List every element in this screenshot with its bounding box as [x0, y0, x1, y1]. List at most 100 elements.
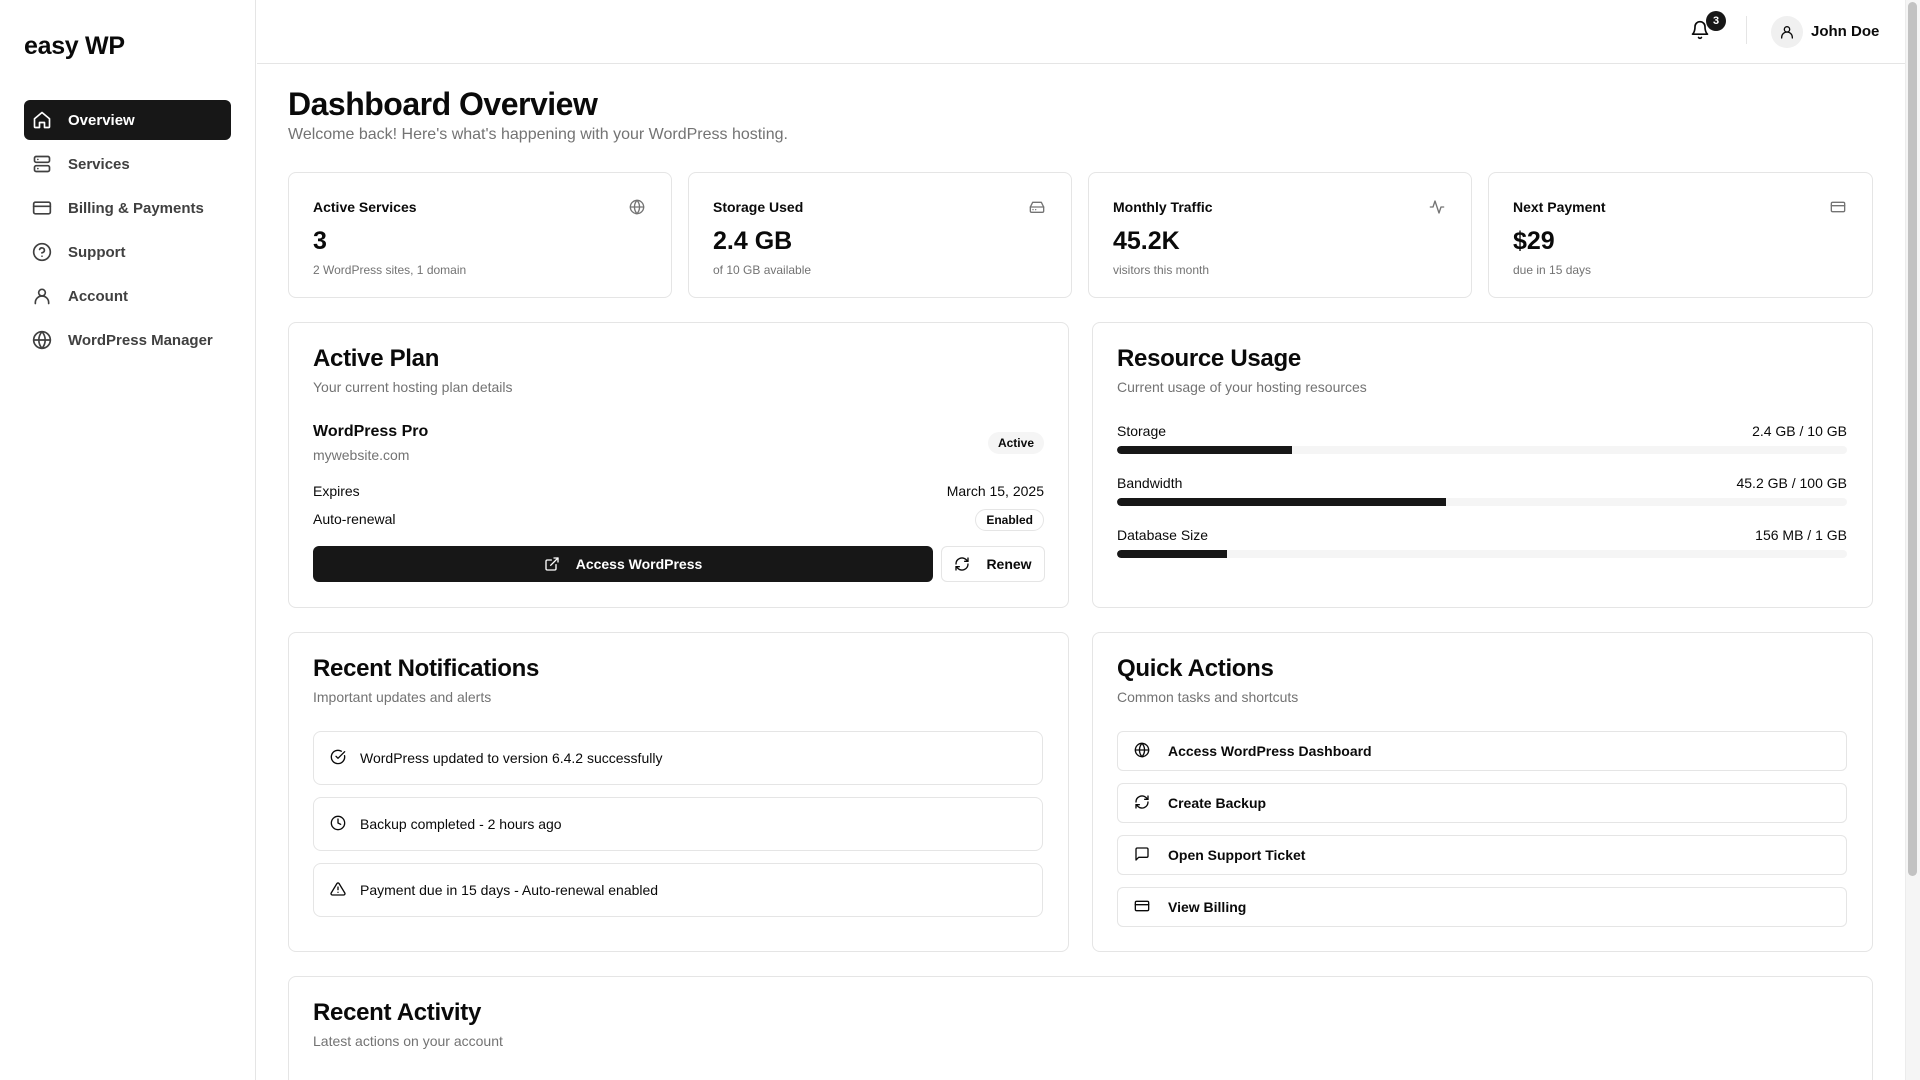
sidebar-nav: Overview Services Billing & Payments Sup… [24, 100, 231, 364]
quick-actions-card: Quick Actions Common tasks and shortcuts… [1092, 632, 1873, 952]
stat-label: Active Services [313, 199, 417, 215]
header-divider [1746, 16, 1747, 44]
stat-note: due in 15 days [1513, 263, 1592, 277]
avatar[interactable] [1771, 16, 1803, 48]
autorenew-badge: Enabled [975, 509, 1044, 531]
quick-action-label: View Billing [1168, 899, 1247, 915]
sidebar-item-billing[interactable]: Billing & Payments [24, 188, 231, 228]
page-subtitle: Welcome back! Here's what's happening wi… [288, 126, 788, 143]
progress-track [1117, 550, 1847, 558]
stat-note: of 10 GB available [713, 263, 812, 277]
help-circle-icon [32, 242, 52, 262]
activity-icon [1429, 199, 1447, 217]
card-title: Recent Notifications [313, 655, 540, 682]
quick-action-support-ticket[interactable]: Open Support Ticket [1117, 835, 1847, 875]
quick-action-create-backup[interactable]: Create Backup [1117, 783, 1847, 823]
top-bar: 3 John Doe [257, 0, 1905, 64]
renew-button[interactable]: Renew [941, 546, 1045, 582]
expires-label: Expires [313, 483, 360, 499]
notification-item[interactable]: WordPress updated to version 6.4.2 succe… [313, 731, 1043, 785]
sidebar-item-label: Account [68, 287, 128, 305]
progress-fill [1117, 550, 1227, 558]
stat-value: 45.2K [1113, 227, 1180, 255]
progress-fill [1117, 446, 1293, 454]
stat-card-active-services: Active Services 3 2 WordPress sites, 1 d… [288, 172, 672, 298]
progress-fill [1117, 498, 1446, 506]
user-icon [32, 286, 52, 306]
active-plan-card: Active Plan Your current hosting plan de… [288, 322, 1069, 608]
sidebar-item-label: Overview [68, 111, 135, 129]
card-title: Resource Usage [1117, 345, 1301, 372]
expires-value: March 15, 2025 [946, 483, 1044, 499]
user-icon [1781, 26, 1793, 39]
access-wordpress-button[interactable]: Access WordPress [313, 546, 933, 582]
stat-note: visitors this month [1113, 263, 1210, 277]
card-description: Common tasks and shortcuts [1117, 689, 1299, 705]
stat-label: Monthly Traffic [1113, 199, 1213, 215]
refresh-icon [954, 556, 970, 572]
resource-label: Database Size [1117, 527, 1209, 543]
stat-value: 2.4 GB [713, 227, 793, 255]
quick-action-label: Access WordPress Dashboard [1168, 743, 1372, 759]
autorenew-label: Auto-renewal [313, 511, 396, 527]
sidebar-item-account[interactable]: Account [24, 276, 231, 316]
page-title: Dashboard Overview [288, 86, 598, 122]
credit-card-icon [1830, 199, 1848, 217]
card-title: Recent Activity [313, 999, 482, 1026]
progress-track [1117, 498, 1847, 506]
external-link-icon [544, 556, 560, 572]
stat-value: $29 [1513, 227, 1555, 255]
recent-activity-card: Recent Activity Latest actions on your a… [288, 976, 1873, 1080]
refresh-icon [1134, 794, 1152, 812]
stat-value: 3 [313, 227, 327, 255]
quick-action-wordpress-dashboard[interactable]: Access WordPress Dashboard [1117, 731, 1847, 771]
sidebar-item-label: WordPress Manager [68, 331, 213, 349]
brand-logo[interactable]: easy WP [24, 32, 125, 61]
renew-label: Renew [986, 556, 1032, 572]
card-title: Quick Actions [1117, 655, 1274, 682]
resource-usage-card: Resource Usage Current usage of your hos… [1092, 322, 1873, 608]
user-name[interactable]: John Doe [1811, 23, 1879, 40]
notification-text: Backup completed - 2 hours ago [360, 816, 562, 832]
card-title: Active Plan [313, 345, 440, 372]
notification-item[interactable]: Backup completed - 2 hours ago [313, 797, 1043, 851]
stat-card-monthly-traffic: Monthly Traffic 45.2K visitors this mont… [1088, 172, 1472, 298]
clock-icon [330, 815, 348, 833]
quick-action-label: Create Backup [1168, 795, 1267, 811]
message-square-icon [1134, 846, 1152, 864]
check-circle-icon [330, 749, 348, 767]
resource-label: Storage [1117, 423, 1167, 439]
hard-drive-icon [1029, 199, 1047, 217]
globe-icon [629, 199, 647, 217]
resource-row-database: Database Size 156 MB / 1 GB [1117, 527, 1847, 567]
sidebar: easy WP Overview Services Billing & Paym… [0, 0, 256, 1080]
credit-card-icon [32, 198, 52, 218]
status-badge: Active [987, 432, 1044, 454]
card-description: Latest actions on your account [313, 1033, 503, 1049]
sidebar-item-services[interactable]: Services [24, 144, 231, 184]
home-icon [32, 110, 52, 130]
stat-note: 2 WordPress sites, 1 domain [313, 263, 467, 277]
stat-card-next-payment: Next Payment $29 due in 15 days [1488, 172, 1873, 298]
resource-row-bandwidth: Bandwidth 45.2 GB / 100 GB [1117, 475, 1847, 515]
sidebar-item-support[interactable]: Support [24, 232, 231, 272]
card-description: Your current hosting plan details [313, 379, 513, 395]
globe-icon [32, 330, 52, 350]
notification-item[interactable]: Payment due in 15 days - Auto-renewal en… [313, 863, 1043, 917]
quick-action-view-billing[interactable]: View Billing [1117, 887, 1847, 927]
sidebar-item-overview[interactable]: Overview [24, 100, 231, 140]
notification-text: Payment due in 15 days - Auto-renewal en… [360, 882, 659, 898]
resource-value: 2.4 GB / 10 GB [1752, 423, 1847, 439]
plan-name: WordPress Pro [313, 423, 429, 440]
resource-value: 156 MB / 1 GB [1755, 527, 1847, 543]
progress-track [1117, 446, 1847, 454]
globe-icon [1134, 742, 1152, 760]
server-icon [32, 154, 52, 174]
stat-label: Storage Used [713, 199, 804, 215]
credit-card-icon [1134, 898, 1152, 916]
quick-action-label: Open Support Ticket [1168, 847, 1306, 863]
plan-domain: mywebsite.com [313, 447, 410, 463]
stat-label: Next Payment [1513, 199, 1606, 215]
scrollbar-thumb[interactable] [1908, 2, 1917, 876]
sidebar-item-wordpress-manager[interactable]: WordPress Manager [24, 320, 231, 360]
